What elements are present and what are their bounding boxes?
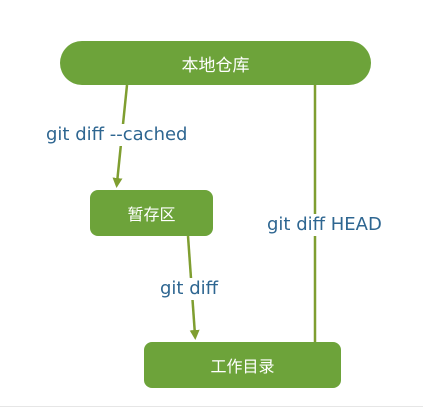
node-local-repository: 本地仓库: [60, 41, 371, 85]
edge-label-git-diff-cached: git diff --cached: [46, 124, 188, 146]
node-local-repository-label: 本地仓库: [181, 55, 250, 76]
node-staging-area-label: 暂存区: [127, 205, 176, 224]
node-working-directory-label: 工作目录: [210, 357, 275, 376]
edge-label-git-diff-head: git diff HEAD: [267, 214, 382, 236]
node-working-directory: 工作目录: [144, 342, 341, 388]
diagram-canvas: 本地仓库 暂存区 工作目录 git diff --cached git diff…: [0, 0, 423, 411]
bottom-divider: [0, 406, 423, 407]
edge-label-git-diff: git diff: [160, 278, 219, 300]
node-staging-area: 暂存区: [90, 190, 213, 236]
